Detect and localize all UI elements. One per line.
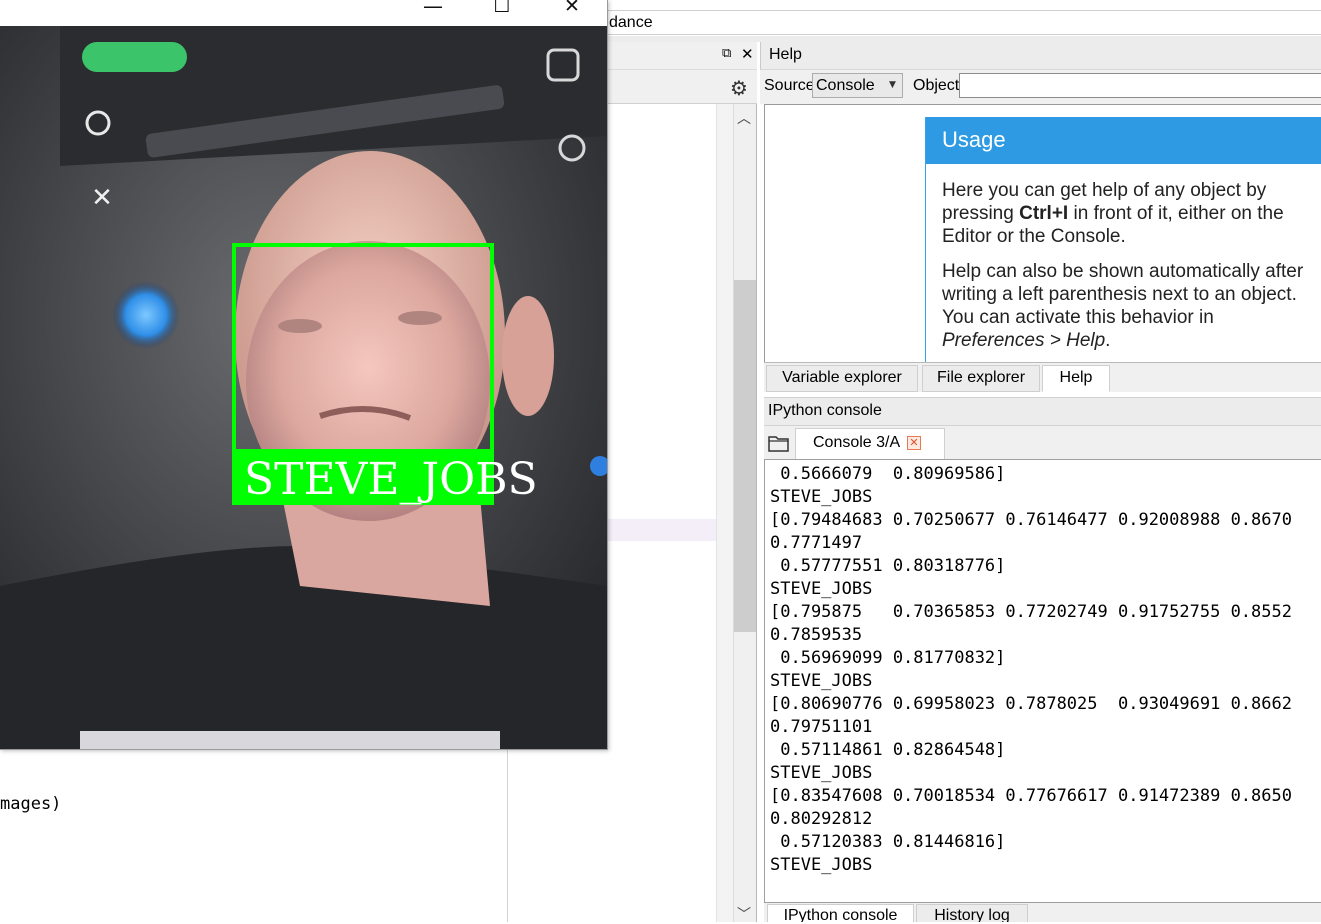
tab-file-explorer[interactable]: File explorer: [922, 365, 1040, 392]
webcam-image: ✕ STEVE_JOBS: [0, 26, 607, 749]
object-input[interactable]: [959, 73, 1321, 98]
source-select-value: Console: [816, 77, 875, 94]
gear-icon[interactable]: ⚙: [730, 76, 748, 100]
close-pane-icon[interactable]: ✕: [741, 45, 754, 63]
scroll-down-icon[interactable]: ﹀: [737, 904, 751, 924]
console-line: STEVE_JOBS: [770, 671, 873, 691]
undock-icon[interactable]: ⧉: [722, 46, 731, 61]
console-line: STEVE_JOBS: [770, 579, 873, 599]
console-lines: 0.5666079 0.80969586] STEVE_JOBS [0.794846…: [770, 463, 1292, 877]
console-line: STEVE_JOBS: [770, 855, 873, 875]
console-line: 0.5666079 0.80969586]: [770, 464, 1006, 484]
help-pane-title: Help: [769, 46, 802, 63]
console-line: 0.57114861 0.82864548]: [770, 740, 1006, 760]
ipython-pane-title: IPython console: [768, 402, 882, 419]
minimize-icon[interactable]: —: [413, 0, 453, 24]
detection-label: STEVE_JOBS: [244, 454, 538, 505]
usage-paragraph-2: Help can also be shown automatically aft…: [942, 261, 1304, 351]
close-icon[interactable]: ✕: [552, 0, 592, 25]
console-line: 0.57777551 0.80318776]: [770, 556, 1006, 576]
console-line: 0.80292812: [770, 809, 873, 829]
scroll-up-icon[interactable]: ︿: [737, 108, 751, 128]
console-line: 0.7771497: [770, 533, 863, 553]
scrollbar-thumb[interactable]: [734, 280, 756, 632]
preferences-path: Preferences > Help: [942, 330, 1106, 351]
console-line: STEVE_JOBS: [770, 487, 873, 507]
console-line: STEVE_JOBS: [770, 763, 873, 783]
camera-frame: ✕ STEVE_JOBS: [0, 26, 607, 749]
help-pane-header: [760, 42, 1321, 70]
tab-ipython-console[interactable]: IPython console: [767, 904, 914, 922]
close-tab-icon[interactable]: ✕: [907, 436, 921, 450]
maximize-icon[interactable]: ☐: [482, 0, 522, 25]
folder-icon[interactable]: [768, 433, 790, 453]
console-line: [0.79484683 0.70250677 0.76146477 0.9200…: [770, 510, 1292, 530]
console-line: [0.795875 0.70365853 0.77202749 0.917527…: [770, 602, 1292, 622]
current-line-highlight: [605, 519, 716, 541]
usage-card: Usage Here you can get help of any objec…: [925, 117, 1321, 362]
console-output[interactable]: 0.5666079 0.80969586] STEVE_JOBS [0.794846…: [764, 459, 1321, 902]
dropdown-arrow-icon[interactable]: ▼: [889, 80, 896, 90]
tab-variable-explorer[interactable]: Variable explorer: [766, 365, 918, 392]
console-line: [0.83547608 0.70018534 0.77676617 0.9147…: [770, 786, 1292, 806]
console-tab-label[interactable]: Console 3/A: [813, 434, 900, 452]
editor-gutter: [716, 104, 733, 922]
window-title-strip: dance: [605, 10, 1321, 35]
window-title: dance: [609, 14, 653, 31]
editor-edge-line: [507, 750, 508, 922]
code-editor[interactable]: [0, 750, 605, 922]
console-line: [0.80690776 0.69958023 0.7878025 0.93049…: [770, 694, 1292, 714]
camera-window-titlebar[interactable]: — ☐ ✕: [0, 0, 607, 26]
code-line: mages): [0, 794, 62, 814]
outline-pane-area: [605, 104, 718, 922]
console-line: 0.79751101: [770, 717, 873, 737]
pane-tabs: Variable explorer File explorer Help: [764, 362, 1321, 392]
source-label: Source: [764, 77, 815, 94]
camera-window[interactable]: — ☐ ✕ ✕ STEVE_JOBS: [0, 0, 608, 750]
object-label: Object: [913, 77, 960, 94]
usage-title: Usage: [926, 117, 1321, 164]
console-line: 0.56969099 0.81770832]: [770, 648, 1006, 668]
svg-text:✕: ✕: [91, 183, 113, 213]
console-line: 0.7859535: [770, 625, 863, 645]
tab-history-log[interactable]: History log: [916, 904, 1028, 922]
outline-pane-header: [605, 42, 757, 70]
console-line: 0.57120383 0.81446816]: [770, 832, 1006, 852]
shortcut-text: Ctrl+I: [1019, 203, 1069, 224]
tab-help[interactable]: Help: [1042, 365, 1110, 392]
usage-paragraph-1: Here you can get help of any object by p…: [942, 180, 1284, 247]
